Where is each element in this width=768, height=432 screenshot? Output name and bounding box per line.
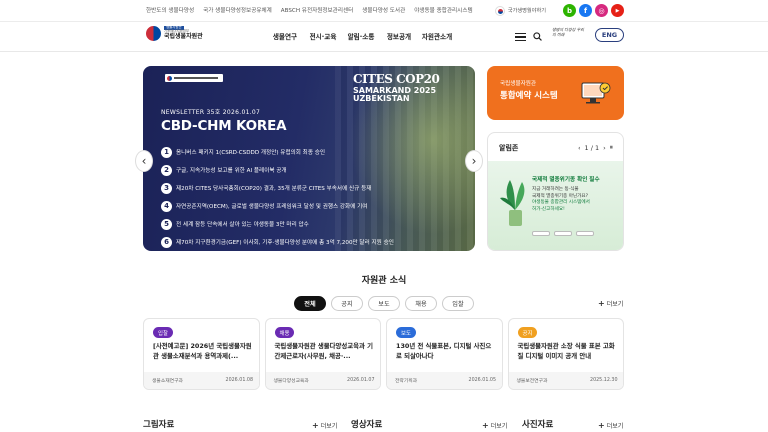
reservation-sub: 국립생물자원관 (500, 81, 537, 87)
notice-next-button[interactable]: › (603, 144, 606, 152)
util-link-absch[interactable]: ABSCH 유전자원정보관리센터 (281, 6, 353, 14)
util-link-bis[interactable]: 국가 생물다양성정보공유체계 (203, 6, 272, 14)
tab-all[interactable]: 전체 (294, 296, 326, 311)
newsletter-label: NEWSLETTER 35호 2026.01.07 (161, 109, 261, 116)
cites-logo: CITES COP20 SAMARKAND 2025 UZBEKISTAN (353, 72, 440, 104)
news-section-title: 자원관 소식 (361, 276, 407, 286)
tab-press[interactable]: 보도 (368, 296, 400, 311)
plus-icon: + (482, 421, 489, 430)
category-badge: 보도 (396, 327, 416, 338)
videos-more-link[interactable]: + 더보기 (482, 421, 507, 430)
nav-about[interactable]: 자원관소개 (418, 31, 456, 41)
news-card-title: 국립생물자원관 생물다양성교육과 기간제근로자(사무원, 채공·... (274, 342, 374, 360)
news-card[interactable]: 채용 국립생물자원관 생물다양성교육과 기간제근로자(사무원, 채공·... 생… (264, 318, 381, 390)
list-item: 6 제70차 지구환경기금(GEF) 이사회, 기후·생물다양성 분야에 총 3억… (161, 233, 461, 251)
prev-slide-button[interactable]: ‹ (135, 150, 153, 172)
photos-title: 사진자료 (522, 420, 554, 430)
notice-zone: 알림존 ‹ 1 / 1 › ⏸ 국제적 멸종위기종 확인 필수 지금 거래하려는… (487, 132, 624, 251)
notice-card[interactable]: 국제적 멸종위기종 확인 필수 지금 거래하려는 동·식물 국제적 멸종위기종 … (488, 161, 623, 250)
illustrations-title: 그림자료 (143, 420, 175, 430)
nav-exhibition[interactable]: 전시·교육 (304, 31, 342, 41)
videos-title: 영상자료 (351, 420, 383, 430)
news-card[interactable]: 공지 국립생물자원관 소장 식물 표본 고화질 디지털 이미지 공개 안내 생물… (507, 318, 624, 390)
logo-name: 국립생물자원관 (164, 32, 203, 40)
instagram-icon[interactable]: ◎ (595, 4, 608, 17)
youtube-icon[interactable]: ▶ (611, 4, 624, 17)
news-cards: 입찰 [사전예고문] 2026년 국립생물자원관 생물소재분석과 용역과제(..… (143, 318, 624, 390)
plus-icon: + (598, 421, 605, 430)
util-link-wildlife[interactable]: 야생동물 종합관리시스템 (414, 6, 472, 14)
nav-news[interactable]: 알림·소통 (342, 31, 380, 41)
list-item: 2 구글, 지속가능성 보고를 위한 AI 플레이북 공개 (161, 161, 461, 179)
menu-icon[interactable] (515, 33, 526, 41)
nav-disclosure[interactable]: 정보공개 (380, 31, 418, 41)
tab-recruit[interactable]: 채용 (405, 296, 437, 311)
ministry-logo (165, 74, 223, 82)
news-card-dept: 생물보전연구과 (516, 379, 548, 384)
util-link-korea-biodiversity[interactable]: 한반도의 생물다양성 (146, 6, 194, 14)
agency-logos (532, 231, 594, 236)
list-item: 1 옴니버스 패키지 1(CSRD·CSDDD 개정안) 유럽의회 최종 승인 (161, 143, 461, 161)
search-icon[interactable] (533, 32, 542, 41)
category-badge: 채용 (274, 327, 295, 338)
news-card-date: 2026.01.05 (468, 378, 496, 383)
news-card[interactable]: 보도 130년 전 식물표본, 디지털 사진으로 되살아나다 전략기획과 202… (386, 318, 503, 390)
english-button[interactable]: ENG (595, 28, 624, 42)
category-badge: 공지 (517, 327, 538, 338)
main-header: 생물자원관 기후에너지환경부 국립생물자원관 생물연구 전시·교육 알림·소통 … (0, 22, 768, 52)
newsletter-title: CBD-CHM KOREA (161, 118, 287, 134)
site-logo[interactable]: 생물자원관 기후에너지환경부 국립생물자원관 (146, 25, 203, 41)
main-navigation: 생물연구 전시·교육 알림·소통 정보공개 자원관소개 (266, 31, 456, 41)
list-item: 5전 세계 잠등 단속에서 살아 있는 야생동물 3만 마리 압수 (161, 215, 461, 233)
news-card-title: 130년 전 식물표본, 디지털 사진으로 되살아나다 (396, 342, 492, 360)
blog-icon[interactable]: b (563, 4, 576, 17)
notice-title: 알림존 (499, 144, 519, 152)
nav-research[interactable]: 생물연구 (266, 31, 304, 41)
news-card-dept: 생물소재연구과 (152, 379, 183, 384)
util-gov-label[interactable]: 국가생명월야하기 (508, 7, 546, 14)
notice-card-body: 지금 거래하려는 동·식물 국제적 멸종위기종 아닌가요? 야생동물 종합관리 … (532, 187, 590, 212)
utility-bar: 한반도의 생물다양성 국가 생물다양성정보공유체계 ABSCH 유전자원정보관리… (0, 0, 768, 22)
tab-notice[interactable]: 공지 (331, 296, 363, 311)
photos-more-link[interactable]: + 더보기 (598, 421, 623, 430)
notice-card-title: 국제적 멸종위기종 확인 필수 (532, 177, 600, 183)
newsletter-list: 1 옴니버스 패키지 1(CSRD·CSDDD 개정안) 유럽의회 최종 승인 2… (161, 143, 461, 251)
news-tabs: 전체 공지 보도 채용 입찰 (0, 296, 768, 311)
facebook-icon[interactable]: f (579, 4, 592, 17)
notice-page-indicator: 1 / 1 (584, 143, 600, 152)
news-card-date: 2026.01.07 (347, 378, 375, 383)
news-card-dept: 생물다양성교육과 (273, 379, 309, 384)
slogan: 생명의 다양성 우리의 미래 (552, 27, 584, 37)
reservation-title: 통합예약 시스템 (500, 91, 558, 101)
government-emblem-icon (146, 26, 161, 41)
illustrations-more-link[interactable]: + 더보기 (312, 421, 337, 430)
list-item: 4 자연공존지역(OECM), 글로벌 생물다양성 프레임워크 달성 및 권행스 … (161, 197, 461, 215)
news-card-title: 국립생물자원관 소장 식물 표본 고화질 디지털 이미지 공개 안내 (517, 342, 615, 360)
notice-prev-button[interactable]: ‹ (578, 144, 581, 152)
plus-icon: + (598, 299, 605, 308)
next-slide-button[interactable]: › (465, 150, 483, 172)
news-card[interactable]: 입찰 [사전예고문] 2026년 국립생물자원관 생물소재분석과 용역과제(..… (143, 318, 260, 390)
news-card-title: [사전예고문] 2026년 국립생물자원관 생물소재분석과 용역과제(... (153, 342, 252, 360)
korea-flag-icon (494, 5, 505, 16)
news-card-date: 2025.12.30 (590, 378, 618, 383)
computer-icon (581, 82, 611, 104)
category-badge: 입찰 (153, 327, 173, 338)
util-link-library[interactable]: 생물다양성 도서관 (362, 6, 405, 14)
pause-icon[interactable]: ⏸ (610, 143, 613, 152)
reservation-system-banner[interactable]: 국립생물자원관 통합예약 시스템 (487, 66, 624, 120)
notice-controls: ‹ 1 / 1 › ⏸ (578, 143, 613, 152)
plant-illustration-icon (500, 180, 525, 226)
news-more-link[interactable]: + 더보기 (598, 299, 623, 308)
plus-icon: + (312, 421, 319, 430)
tab-bid[interactable]: 입찰 (442, 296, 474, 311)
news-card-date: 2026.01.08 (225, 378, 253, 383)
newsletter-banner[interactable]: CITES COP20 SAMARKAND 2025 UZBEKISTAN NE… (143, 66, 475, 251)
related-sites: 한반도의 생물다양성 국가 생물다양성정보공유체계 ABSCH 유전자원정보관리… (146, 6, 473, 14)
util-right: 국가생명월야하기 b f ◎ ▶ (494, 4, 624, 17)
list-item: 3 제20차 CITES 당사국총회(COP20) 결과, 35개 분류군 CIT… (161, 179, 461, 197)
news-card-dept: 전략기획과 (395, 379, 418, 384)
